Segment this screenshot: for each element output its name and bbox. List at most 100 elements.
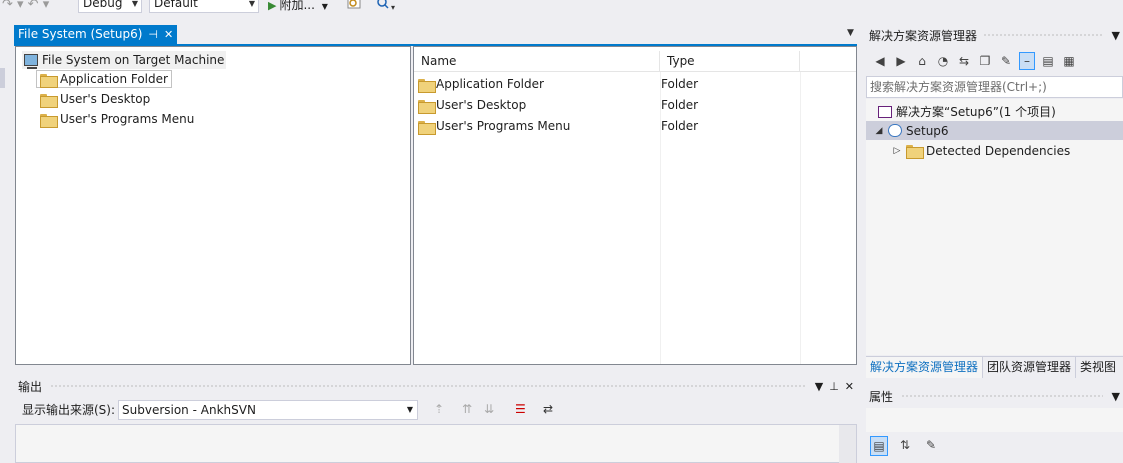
column-header-name[interactable]: Name <box>414 51 660 72</box>
tree-root[interactable]: File System on Target Machine <box>22 51 227 69</box>
tree-item-label: User's Desktop <box>60 92 151 106</box>
tree-item-application-folder[interactable]: Application Folder <box>36 70 172 88</box>
left-sidebar-strip <box>0 68 5 88</box>
tree-root-label: File System on Target Machine <box>42 53 225 67</box>
drag-grip[interactable] <box>983 33 1103 38</box>
list-item[interactable]: User's Desktop Folder <box>418 96 698 114</box>
redo-icon[interactable]: ↷ ▾ ↶ ▾ <box>2 0 49 12</box>
solution-config-value: Debug <box>83 0 123 10</box>
pin-icon[interactable]: ⊥ <box>829 380 839 393</box>
properties-object-area[interactable] <box>866 408 1123 432</box>
list-item-type: Folder <box>661 119 699 133</box>
drag-grip[interactable] <box>50 384 806 389</box>
home-icon[interactable]: ⌂ <box>914 54 930 68</box>
collapsed-triangle-icon[interactable]: ▷ <box>892 146 902 156</box>
file-list[interactable]: Name Type Application Folder Folder User… <box>413 46 857 365</box>
solution-search-input[interactable]: 搜索解决方案资源管理器(Ctrl+;) <box>866 76 1123 98</box>
find-icon[interactable] <box>346 0 362 11</box>
chevron-down-icon: ▼ <box>131 0 138 8</box>
previous-message-icon[interactable]: ⇈ <box>462 402 472 416</box>
window-position-icon[interactable]: ▼ <box>1112 390 1120 403</box>
properties-title: 属性 <box>869 390 894 404</box>
close-icon[interactable]: ✕ <box>845 380 854 393</box>
tree-item-project[interactable]: ◢ Setup6 <box>866 121 1123 140</box>
next-message-icon[interactable]: ⇊ <box>484 402 494 416</box>
go-to-message-icon[interactable]: ⇡ <box>434 402 444 416</box>
output-source-select[interactable]: Subversion - AnkhSVN ▼ <box>118 400 418 420</box>
platform-select[interactable]: Default ▼ <box>149 0 259 13</box>
solution-config-select[interactable]: Debug ▼ <box>78 0 142 13</box>
computer-icon <box>24 54 38 69</box>
property-pages-icon[interactable]: ✎ <box>922 436 940 456</box>
chevron-down-icon: ▼ <box>248 0 255 8</box>
preview-selected-icon[interactable]: – <box>1019 52 1035 70</box>
platform-value: Default <box>154 0 198 10</box>
list-header: Name Type <box>414 51 856 72</box>
word-wrap-icon[interactable]: ⇄ <box>543 402 553 416</box>
attach-button[interactable]: ▶ 附加... ▼ <box>268 0 328 13</box>
list-item-name: User's Desktop <box>436 98 527 112</box>
file-system-tree[interactable]: File System on Target Machine Applicatio… <box>15 46 411 365</box>
folder-icon <box>40 93 58 108</box>
clear-all-icon[interactable]: ☰ <box>515 402 526 416</box>
attach-label: 附加... <box>279 0 315 12</box>
chevron-down-icon: ▼ <box>406 405 413 414</box>
folder-icon <box>418 120 436 135</box>
back-icon[interactable]: ◀ <box>872 54 888 68</box>
folder-icon <box>418 78 436 93</box>
list-item-name: Application Folder <box>436 77 544 91</box>
list-item-type: Folder <box>661 77 699 91</box>
view-code-icon[interactable]: ▤ <box>1040 54 1056 68</box>
setup-project-icon <box>888 124 902 137</box>
tab-solution-explorer[interactable]: 解决方案资源管理器 <box>866 357 984 378</box>
output-source-label: 显示输出来源(S): <box>22 403 116 417</box>
drag-grip[interactable] <box>901 394 1103 399</box>
solution-icon <box>878 105 892 118</box>
folder-icon <box>418 99 436 114</box>
tree-item-users-desktop[interactable]: User's Desktop <box>40 90 150 108</box>
list-item-name: User's Programs Menu <box>436 119 571 133</box>
class-diagram-icon[interactable]: ▦ <box>1061 54 1077 68</box>
close-icon[interactable]: ✕ <box>164 25 173 44</box>
column-header-type[interactable]: Type <box>660 51 800 72</box>
sync-icon[interactable]: ⇆ <box>956 54 972 68</box>
list-item[interactable]: Application Folder Folder <box>418 75 698 93</box>
output-title-bar[interactable]: 输出 ▼ ⊥ ✕ <box>15 378 857 395</box>
tab-file-system[interactable]: File System (Setup6) ⊣ ✕ <box>14 25 178 44</box>
pin-icon[interactable]: ⊣ <box>148 25 158 44</box>
list-item-type: Folder <box>661 98 699 112</box>
tab-file-system-label: File System (Setup6) <box>18 27 143 41</box>
forward-icon[interactable]: ▶ <box>893 54 909 68</box>
output-text-area[interactable] <box>15 424 857 463</box>
folder-icon <box>906 144 924 159</box>
solution-explorer-tabs: 解决方案资源管理器 团队资源管理器 类视图 <box>866 356 1123 378</box>
tree-item-label: User's Programs Menu <box>60 112 195 126</box>
column-header-empty <box>800 51 856 72</box>
collapse-all-icon[interactable]: ❐ <box>977 54 993 68</box>
folder-icon <box>40 73 58 88</box>
expanded-triangle-icon[interactable]: ◢ <box>874 126 884 136</box>
categorized-icon[interactable]: ▤ <box>870 436 888 456</box>
list-item[interactable]: User's Programs Menu Folder <box>418 117 698 135</box>
tree-item-detected-dependencies[interactable]: ▷ Detected Dependencies <box>892 141 1070 160</box>
window-position-icon[interactable]: ▼ <box>1112 29 1120 42</box>
tab-dropdown-icon[interactable]: ▼ <box>847 28 854 38</box>
tab-team-explorer[interactable]: 团队资源管理器 <box>983 357 1077 378</box>
properties-wrench-icon[interactable]: ✎ <box>998 54 1014 68</box>
window-position-icon[interactable]: ▼ <box>815 380 823 393</box>
search-icon[interactable]: ▾ <box>376 0 395 12</box>
alphabetical-icon[interactable]: ⇅ <box>896 436 914 456</box>
solution-tree[interactable]: 解决方案“Setup6”(1 个项目) ◢ Setup6 ▷ Detected … <box>866 99 1123 355</box>
tab-class-view[interactable]: 类视图 <box>1076 357 1120 378</box>
tree-item-solution[interactable]: 解决方案“Setup6”(1 个项目) <box>878 102 1056 121</box>
chevron-down-icon: ▼ <box>321 2 328 11</box>
output-scrollbar[interactable] <box>839 425 856 463</box>
folder-icon <box>40 113 58 128</box>
solution-label: 解决方案“Setup6”(1 个项目) <box>896 105 1056 119</box>
solution-explorer-title-bar[interactable]: 解决方案资源管理器 ▼ <box>866 27 1123 44</box>
play-icon: ▶ <box>268 0 277 12</box>
svg-text:▾: ▾ <box>391 3 395 11</box>
properties-title-bar[interactable]: 属性 ▼ <box>866 388 1123 405</box>
tree-item-users-programs-menu[interactable]: User's Programs Menu <box>40 110 194 128</box>
pending-changes-icon[interactable]: ◔ <box>935 54 951 68</box>
